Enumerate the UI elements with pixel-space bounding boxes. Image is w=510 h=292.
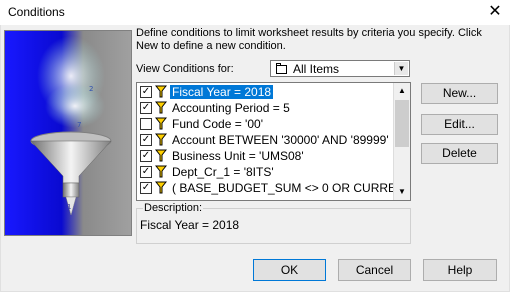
close-icon[interactable]: ✕: [486, 3, 504, 21]
condition-checkbox[interactable]: ✓: [140, 166, 152, 178]
help-button[interactable]: Help: [423, 259, 497, 281]
folder-icon: [276, 63, 287, 74]
condition-label: Fund Code = '00': [172, 117, 263, 131]
view-conditions-dropdown[interactable]: All Items ▼: [270, 60, 410, 77]
filter-icon: [155, 85, 167, 98]
condition-label: Accounting Period = 5: [172, 101, 290, 115]
new-button[interactable]: New...: [421, 83, 498, 104]
funnel-illustration: 1 2 7: [4, 30, 132, 236]
list-item[interactable]: ✓ Dept_Cr_1 = '8ITS': [137, 164, 395, 180]
svg-text:7: 7: [77, 121, 81, 129]
scroll-up-icon[interactable]: ▲: [394, 83, 410, 99]
condition-label: Account BETWEEN '30000' AND '89999': [172, 133, 389, 147]
delete-button[interactable]: Delete: [421, 143, 498, 164]
filter-icon: [155, 117, 167, 130]
edit-button[interactable]: Edit...: [421, 114, 498, 135]
dialog-instructions: Define conditions to limit worksheet res…: [136, 27, 482, 52]
filter-icon: [155, 133, 167, 146]
condition-checkbox[interactable]: ✓: [140, 182, 152, 194]
condition-checkbox[interactable]: ✓: [140, 150, 152, 162]
chevron-down-icon[interactable]: ▼: [394, 62, 408, 75]
condition-checkbox[interactable]: [140, 118, 152, 130]
cancel-button[interactable]: Cancel: [338, 259, 411, 281]
ok-button[interactable]: OK: [253, 259, 326, 281]
condition-label: ( BASE_BUDGET_SUM <> 0 OR CURRENT: [172, 181, 411, 195]
list-item[interactable]: Fund Code = '00': [137, 116, 395, 132]
scrollbar-thumb[interactable]: [395, 100, 409, 147]
list-scrollbar[interactable]: ▲ ▼: [393, 83, 410, 200]
conditions-list[interactable]: ✓ Fiscal Year = 2018 ✓ Accounting Period…: [136, 82, 411, 201]
filter-icon: [155, 165, 167, 178]
dropdown-selected-value: All Items: [293, 62, 340, 76]
svg-text:1: 1: [67, 203, 71, 211]
view-conditions-label: View Conditions for:: [136, 63, 234, 75]
condition-label: Business Unit = 'UMS08': [172, 149, 304, 163]
condition-checkbox[interactable]: ✓: [140, 86, 152, 98]
svg-text:2: 2: [89, 85, 93, 93]
condition-label: Dept_Cr_1 = '8ITS': [172, 165, 274, 179]
filter-icon: [155, 181, 167, 194]
funnel-icon: 1 2 7: [5, 31, 131, 235]
description-label: Description:: [143, 202, 204, 214]
title-bar: [0, 0, 510, 25]
filter-icon: [155, 101, 167, 114]
condition-checkbox[interactable]: ✓: [140, 134, 152, 146]
description-value: Fiscal Year = 2018: [140, 218, 240, 232]
list-item[interactable]: ✓ Business Unit = 'UMS08': [137, 148, 395, 164]
list-item[interactable]: ✓ Fiscal Year = 2018: [137, 84, 395, 100]
scroll-down-icon[interactable]: ▼: [394, 184, 410, 200]
condition-checkbox[interactable]: ✓: [140, 102, 152, 114]
list-item[interactable]: ✓ Accounting Period = 5: [137, 100, 395, 116]
list-item[interactable]: ✓ Account BETWEEN '30000' AND '89999': [137, 132, 395, 148]
list-item[interactable]: ✓ ( BASE_BUDGET_SUM <> 0 OR CURRENT: [137, 180, 410, 196]
window-title: Conditions: [8, 5, 65, 19]
filter-icon: [155, 149, 167, 162]
condition-label: Fiscal Year = 2018: [170, 85, 274, 99]
